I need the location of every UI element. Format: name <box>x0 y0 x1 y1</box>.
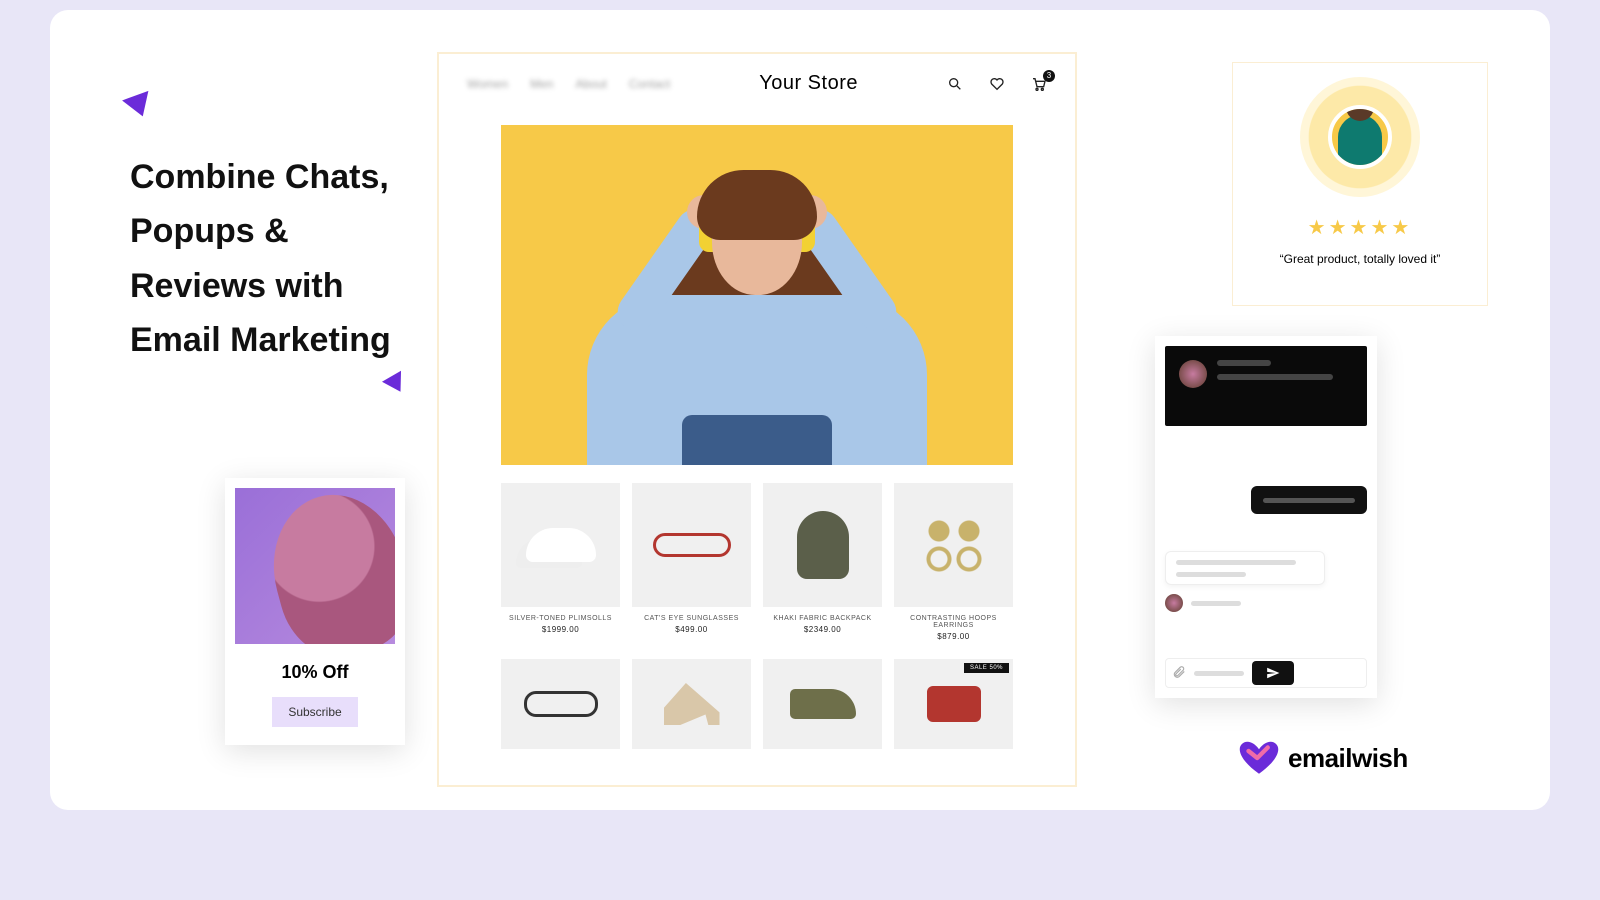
popup-image <box>235 488 395 644</box>
product-price: $1999.00 <box>501 625 620 634</box>
product-card[interactable]: SALE 50% <box>894 659 1013 749</box>
product-image <box>632 483 751 607</box>
review-card: ★★★★★ “Great product, totally loved it” <box>1232 62 1488 306</box>
chat-input-placeholder[interactable] <box>1194 671 1244 676</box>
attachment-icon[interactable] <box>1172 665 1186 682</box>
product-price: $2349.00 <box>763 625 882 634</box>
product-name: CONTRASTING HOOPS EARRINGS <box>894 615 1013 629</box>
avatar-ring <box>1300 77 1420 197</box>
store-hero-image <box>501 125 1013 465</box>
nav-link[interactable]: Men <box>530 77 553 91</box>
product-image <box>632 659 751 749</box>
nav-link[interactable]: About <box>575 77 606 91</box>
cart-badge: 3 <box>1043 70 1055 82</box>
product-image <box>894 483 1013 607</box>
avatar <box>1328 105 1392 169</box>
product-grid: SILVER-TONED PLIMSOLLS $1999.00 CAT'S EY… <box>501 483 1013 641</box>
product-card[interactable]: KHAKI FABRIC BACKPACK $2349.00 <box>763 483 882 641</box>
product-image <box>501 483 620 607</box>
emailwish-logo-icon <box>1238 740 1280 776</box>
product-card[interactable] <box>501 659 620 749</box>
chat-typing-indicator <box>1165 594 1241 612</box>
promo-canvas: Combine Chats, Popups & Reviews with Ema… <box>50 10 1550 810</box>
nav-link[interactable]: Contact <box>629 77 670 91</box>
star-rating-icon: ★★★★★ <box>1233 215 1487 240</box>
product-image <box>763 483 882 607</box>
product-name: KHAKI FABRIC BACKPACK <box>763 615 882 622</box>
wishlist-icon[interactable] <box>989 76 1005 92</box>
product-name: SILVER-TONED PLIMSOLLS <box>501 615 620 622</box>
subscribe-button[interactable]: Subscribe <box>272 697 357 727</box>
product-card[interactable]: CAT'S EYE SUNGLASSES $499.00 <box>632 483 751 641</box>
decoration-triangle-icon <box>382 371 410 398</box>
product-card[interactable]: SILVER-TONED PLIMSOLLS $1999.00 <box>501 483 620 641</box>
product-name: CAT'S EYE SUNGLASSES <box>632 615 751 622</box>
brand-logo: emailwish <box>1238 740 1408 776</box>
send-button[interactable] <box>1252 661 1294 685</box>
review-quote: “Great product, totally loved it” <box>1233 252 1487 266</box>
product-image <box>763 659 882 749</box>
chat-header-line <box>1217 374 1333 380</box>
product-price: $499.00 <box>632 625 751 634</box>
nav-link[interactable]: Women <box>467 77 508 91</box>
product-card[interactable]: CONTRASTING HOOPS EARRINGS $879.00 <box>894 483 1013 641</box>
brand-name: emailwish <box>1288 743 1408 774</box>
decoration-triangle-icon <box>122 91 156 121</box>
product-image: SALE 50% <box>894 659 1013 749</box>
product-image <box>501 659 620 749</box>
chat-input-bar <box>1165 658 1367 688</box>
chat-avatar <box>1179 360 1207 388</box>
store-nav-links: Women Men About Contact <box>467 77 670 91</box>
product-card[interactable] <box>632 659 751 749</box>
product-card[interactable] <box>763 659 882 749</box>
chat-header-line <box>1217 360 1271 366</box>
search-icon[interactable] <box>947 76 963 92</box>
store-title: Your Store <box>670 72 947 95</box>
headline-text: Combine Chats, Popups & Reviews with Ema… <box>130 150 410 368</box>
chat-widget <box>1155 336 1377 698</box>
chat-message-outgoing <box>1251 486 1367 514</box>
product-price: $879.00 <box>894 632 1013 641</box>
cart-icon[interactable]: 3 <box>1031 76 1047 92</box>
chat-header <box>1165 346 1367 426</box>
popup-card: 10% Off Subscribe <box>225 478 405 745</box>
product-grid-row2: SALE 50% <box>501 659 1013 749</box>
store-preview: Women Men About Contact Your Store 3 <box>437 52 1077 787</box>
chat-body <box>1155 436 1377 648</box>
chat-message-incoming <box>1165 551 1325 585</box>
sale-badge: SALE 50% <box>964 663 1009 673</box>
popup-title: 10% Off <box>235 662 395 683</box>
store-navbar: Women Men About Contact Your Store 3 <box>439 54 1075 101</box>
